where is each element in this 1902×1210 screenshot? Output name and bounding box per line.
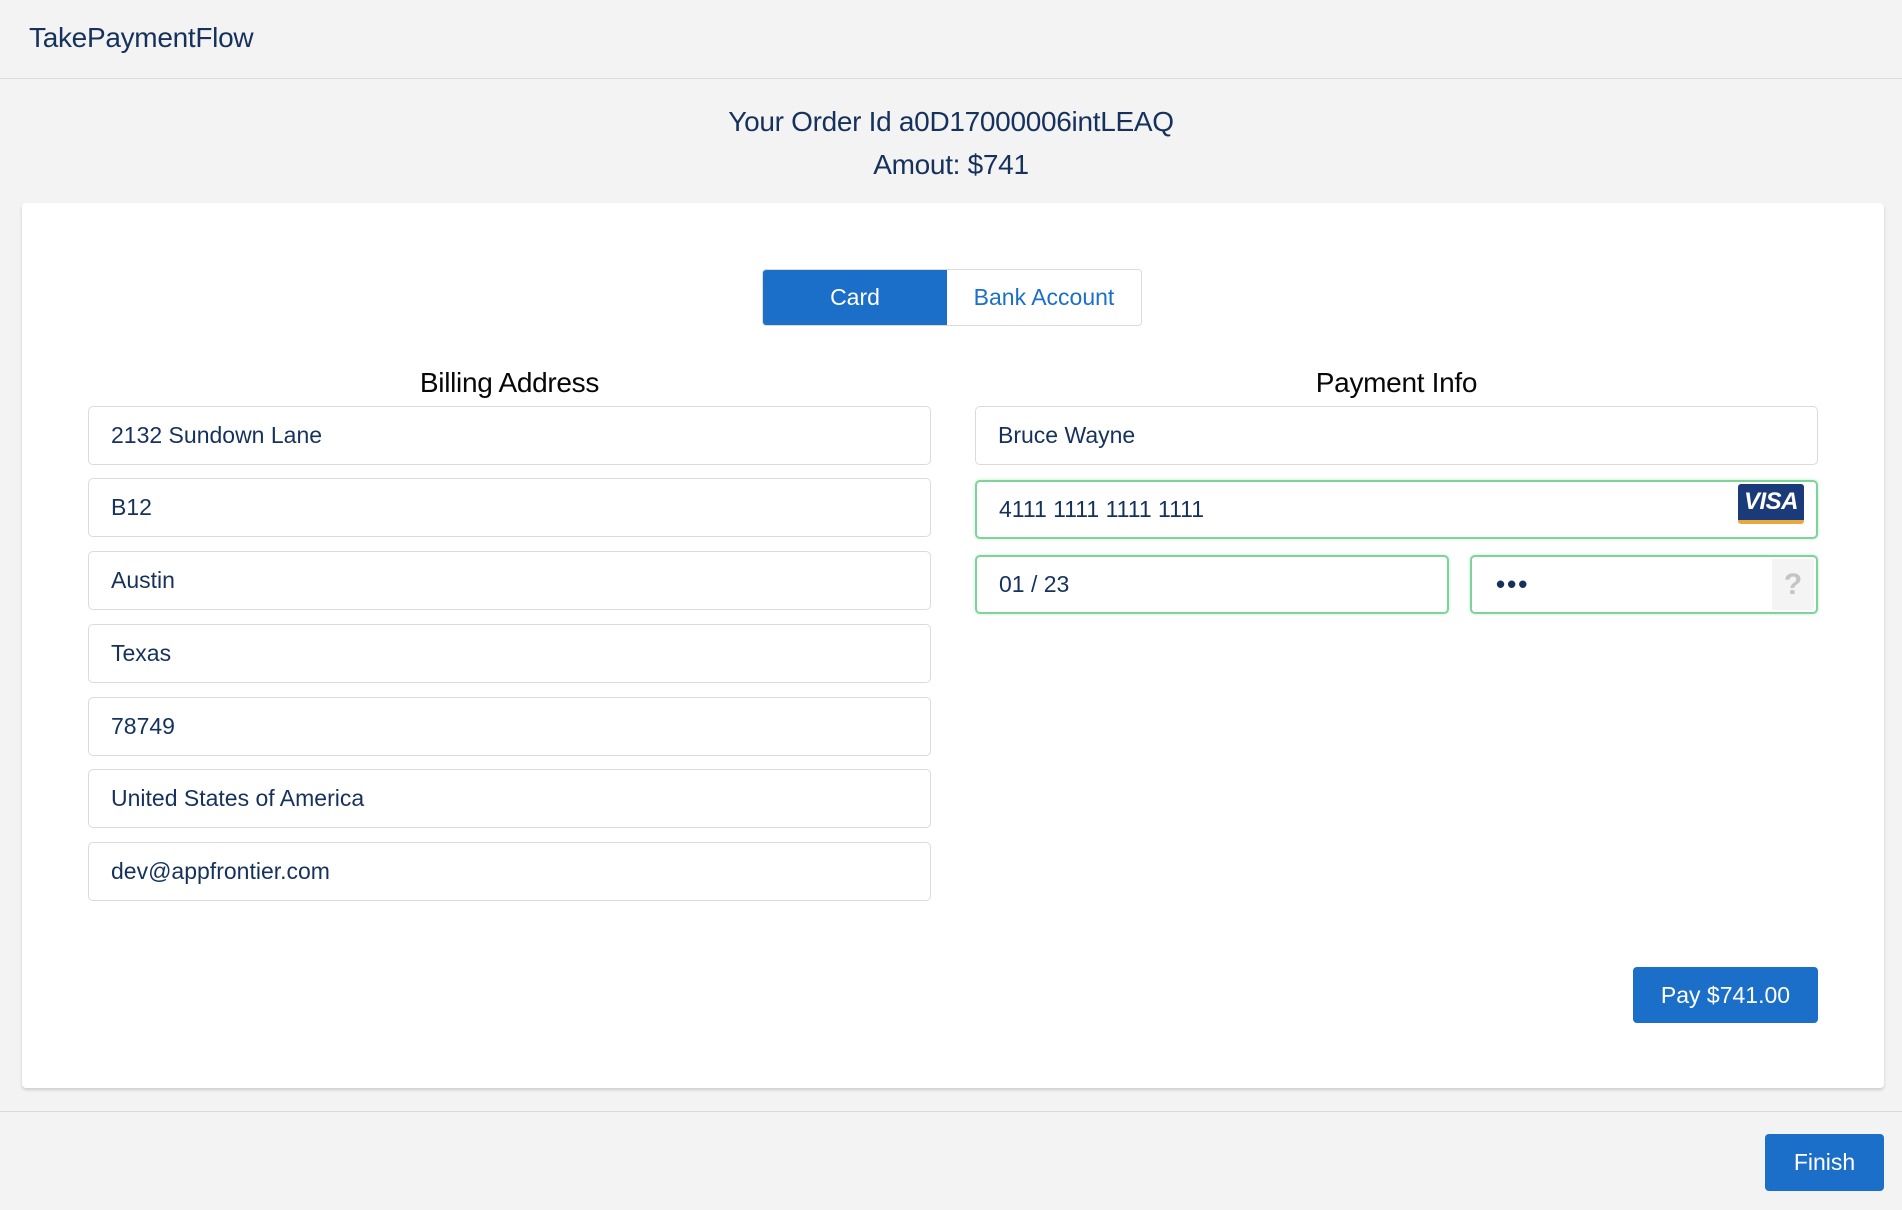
payment-info-heading: Payment Info <box>1315 367 1478 398</box>
expiry-value: 01 / 23 <box>999 571 1070 597</box>
pay-button[interactable]: Pay $741.00 <box>1633 967 1818 1023</box>
visa-card-icon: VISA <box>1738 484 1804 524</box>
card-number-value: 4111 1111 1111 1111 <box>999 496 1205 522</box>
unit-field[interactable]: B12 <box>88 478 931 537</box>
cvc-help-icon[interactable]: ? <box>1772 559 1814 610</box>
zip-field[interactable]: 78749 <box>88 697 931 756</box>
app-title: TakePaymentFlow <box>29 22 254 53</box>
street-field[interactable]: 2132 Sundown Lane <box>88 406 931 465</box>
city-field[interactable]: Austin <box>88 551 931 610</box>
state-field[interactable]: Texas <box>88 624 931 683</box>
unit-value: B12 <box>111 494 152 520</box>
country-value: United States of America <box>111 785 365 811</box>
order-amount-text: Amout: $741 <box>873 149 1029 180</box>
state-value: Texas <box>111 640 172 666</box>
cardholder-name-value: Bruce Wayne <box>998 422 1136 448</box>
cardholder-name-field[interactable]: Bruce Wayne <box>975 406 1818 465</box>
card-number-field[interactable]: 4111 1111 1111 1111 VISA <box>975 480 1818 539</box>
email-field[interactable]: dev@appfrontier.com <box>88 842 931 901</box>
city-value: Austin <box>111 567 175 593</box>
email-value: dev@appfrontier.com <box>111 858 330 884</box>
country-field[interactable]: United States of America <box>88 769 931 828</box>
cvc-field[interactable]: ••• ? <box>1470 555 1818 614</box>
page-header: TakePaymentFlow <box>0 0 1902 79</box>
payment-method-tabs: Card Bank Account <box>762 269 1142 326</box>
billing-address-heading: Billing Address <box>419 367 600 398</box>
footer-bar <box>0 1111 1902 1210</box>
cvc-value: ••• <box>1496 569 1530 599</box>
street-value: 2132 Sundown Lane <box>111 422 323 448</box>
tab-card[interactable]: Card <box>763 270 947 325</box>
finish-button[interactable]: Finish <box>1765 1134 1884 1191</box>
tab-bank-account[interactable]: Bank Account <box>947 270 1141 325</box>
zip-value: 78749 <box>111 713 175 739</box>
expiry-field[interactable]: 01 / 23 <box>975 555 1449 614</box>
order-id-text: Your Order Id a0D17000006intLEAQ <box>728 106 1174 137</box>
